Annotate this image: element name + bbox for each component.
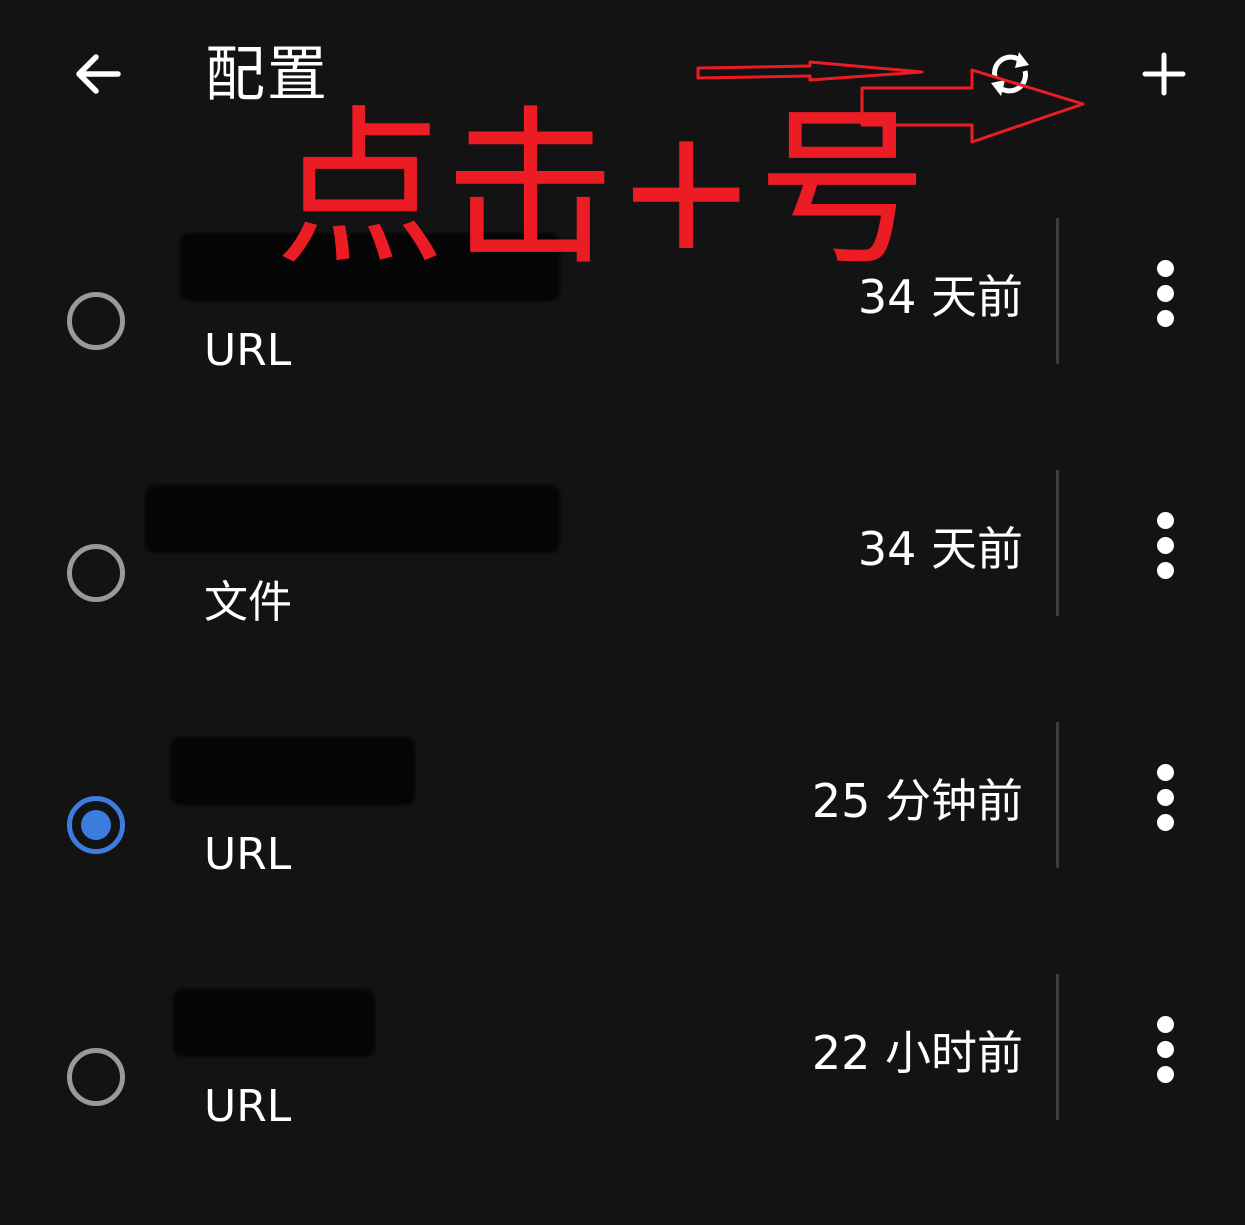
profile-name-redacted <box>173 989 375 1057</box>
profile-radio[interactable] <box>67 292 125 350</box>
more-options-button[interactable] <box>1136 500 1194 590</box>
profile-updated-time: 22 小时前 <box>811 1026 1023 1080</box>
profile-radio[interactable] <box>67 544 125 602</box>
profile-name-redacted <box>145 485 560 553</box>
profile-updated-time: 25 分钟前 <box>811 774 1023 828</box>
annotation-instruction: 点击+号 <box>275 91 928 289</box>
add-profile-button[interactable] <box>1128 38 1200 110</box>
profile-name-redacted <box>170 737 415 805</box>
row-divider <box>1056 722 1059 868</box>
arrow-left-icon <box>76 54 121 94</box>
refresh-icon <box>991 52 1029 96</box>
more-vert-icon <box>1156 259 1174 277</box>
annotation-arrow-thin <box>696 60 924 82</box>
more-options-button[interactable] <box>1136 248 1194 338</box>
profile-row[interactable]: URL 22 小时前 <box>0 974 1245 1225</box>
more-vert-icon <box>1156 1015 1174 1033</box>
profile-radio-selected[interactable] <box>67 796 125 854</box>
profile-updated-time: 34 天前 <box>857 522 1023 576</box>
row-divider <box>1056 974 1059 1120</box>
more-vert-icon <box>1156 763 1174 781</box>
plus-icon <box>1142 52 1186 96</box>
back-button[interactable] <box>62 38 134 110</box>
profile-type: URL <box>204 1081 292 1132</box>
profile-row[interactable]: URL 25 分钟前 <box>0 722 1245 974</box>
row-divider <box>1056 470 1059 616</box>
profile-type: 文件 <box>204 577 292 628</box>
profile-type: URL <box>204 325 292 376</box>
profile-type: URL <box>204 829 292 880</box>
more-options-button[interactable] <box>1136 1004 1194 1094</box>
more-options-button[interactable] <box>1136 752 1194 842</box>
refresh-button[interactable] <box>974 38 1046 110</box>
row-divider <box>1056 218 1059 364</box>
profile-radio[interactable] <box>67 1048 125 1106</box>
profiles-screen: 配置 URL 34 天前 文件 34 天前 URL 25 分钟前 URL 22 … <box>0 0 1245 1225</box>
profile-row[interactable]: 文件 34 天前 <box>0 470 1245 722</box>
more-vert-icon <box>1156 511 1174 529</box>
